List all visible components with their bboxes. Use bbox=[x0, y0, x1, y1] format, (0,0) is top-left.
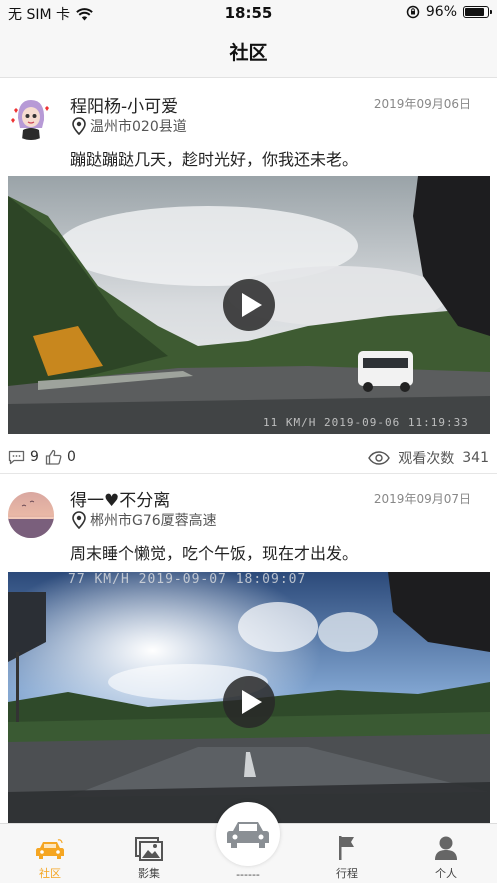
post-card[interactable]: 程阳杨-小可爱 2019年09月06日 温州市020县道 蹦跶蹦跶几天，趁时光好… bbox=[0, 78, 497, 474]
view-count-value: 341 bbox=[462, 450, 489, 466]
post-date: 2019年09月06日 bbox=[373, 97, 471, 111]
like-count[interactable]: 0 bbox=[45, 449, 76, 465]
post-stats: 9 0 观看次数 341 bbox=[0, 442, 497, 474]
nav-bar: 社区 bbox=[0, 26, 497, 78]
person-icon bbox=[435, 836, 457, 860]
car-icon bbox=[227, 822, 269, 848]
car-icon bbox=[36, 839, 64, 859]
tab-bar: 社区 影集 ------ 行程 个人 bbox=[0, 802, 497, 883]
post-date: 2019年09月07日 bbox=[373, 492, 471, 506]
post-text: 周末睡个懒觉，吃个午饭，现在才出发。 bbox=[70, 544, 359, 563]
location-pin-icon bbox=[72, 117, 86, 135]
center-car-button[interactable] bbox=[216, 802, 280, 866]
post-username[interactable]: 得一♥不分离 bbox=[70, 486, 170, 511]
tab-label: 个人 bbox=[435, 867, 457, 880]
status-right: 96% bbox=[406, 4, 492, 20]
video-thumbnail[interactable]: 77 KM/H 2019-09-07 18:09:07 bbox=[8, 572, 490, 823]
flag-icon bbox=[339, 836, 354, 860]
play-button[interactable] bbox=[223, 676, 275, 728]
orientation-lock-icon bbox=[406, 5, 420, 19]
tab-label: 社区 bbox=[39, 867, 61, 880]
location-pin-icon bbox=[72, 511, 86, 529]
location-text: 郴州市G76厦蓉高速 bbox=[90, 513, 217, 529]
tab-album[interactable]: 影集 bbox=[114, 824, 184, 883]
tab-label: 影集 bbox=[138, 867, 160, 880]
video-thumbnail[interactable]: 11 KM/H 2019-09-06 11:19:33 bbox=[8, 176, 490, 434]
tab-label: 行程 bbox=[336, 867, 358, 880]
view-count: 观看次数 341 bbox=[368, 448, 489, 468]
battery-icon bbox=[463, 6, 492, 18]
post-location: 温州市020县道 bbox=[72, 116, 187, 136]
video-timestamp: 11 KM/H 2019-09-06 11:19:33 bbox=[263, 416, 469, 429]
location-text: 温州市020县道 bbox=[90, 119, 187, 135]
post-username[interactable]: 程阳杨-小可爱 bbox=[70, 92, 178, 117]
battery-percent: 96% bbox=[425, 4, 457, 20]
avatar[interactable] bbox=[8, 94, 54, 140]
play-button[interactable] bbox=[223, 279, 275, 331]
post-card[interactable]: 得一♥不分离 2019年09月07日 郴州市G76厦蓉高速 周末睡个懒觉，吃个午… bbox=[0, 474, 497, 823]
post-text: 蹦跶蹦跶几天，趁时光好，你我还未老。 bbox=[70, 150, 359, 169]
video-timestamp: 77 KM/H 2019-09-07 18:09:07 bbox=[68, 572, 307, 587]
eye-icon bbox=[368, 451, 391, 465]
center-tab-label: ------ bbox=[236, 868, 260, 881]
album-icon bbox=[135, 837, 163, 861]
status-bar: 无 SIM 卡 18:55 96% bbox=[0, 0, 497, 26]
tab-community[interactable]: 社区 bbox=[15, 824, 85, 883]
comment-icon bbox=[8, 450, 25, 464]
post-location: 郴州市G76厦蓉高速 bbox=[72, 510, 217, 530]
community-feed[interactable]: 程阳杨-小可爱 2019年09月06日 温州市020县道 蹦跶蹦跶几天，趁时光好… bbox=[0, 78, 497, 823]
comment-count-value: 9 bbox=[30, 449, 39, 465]
page-title: 社区 bbox=[229, 42, 268, 64]
avatar[interactable] bbox=[8, 492, 54, 538]
tab-trips[interactable]: 行程 bbox=[312, 824, 382, 883]
like-count-value: 0 bbox=[67, 449, 76, 465]
comment-count[interactable]: 9 bbox=[8, 449, 39, 465]
thumbs-up-icon bbox=[45, 449, 62, 465]
view-count-label: 观看次数 bbox=[398, 451, 455, 467]
tab-profile[interactable]: 个人 bbox=[411, 824, 481, 883]
